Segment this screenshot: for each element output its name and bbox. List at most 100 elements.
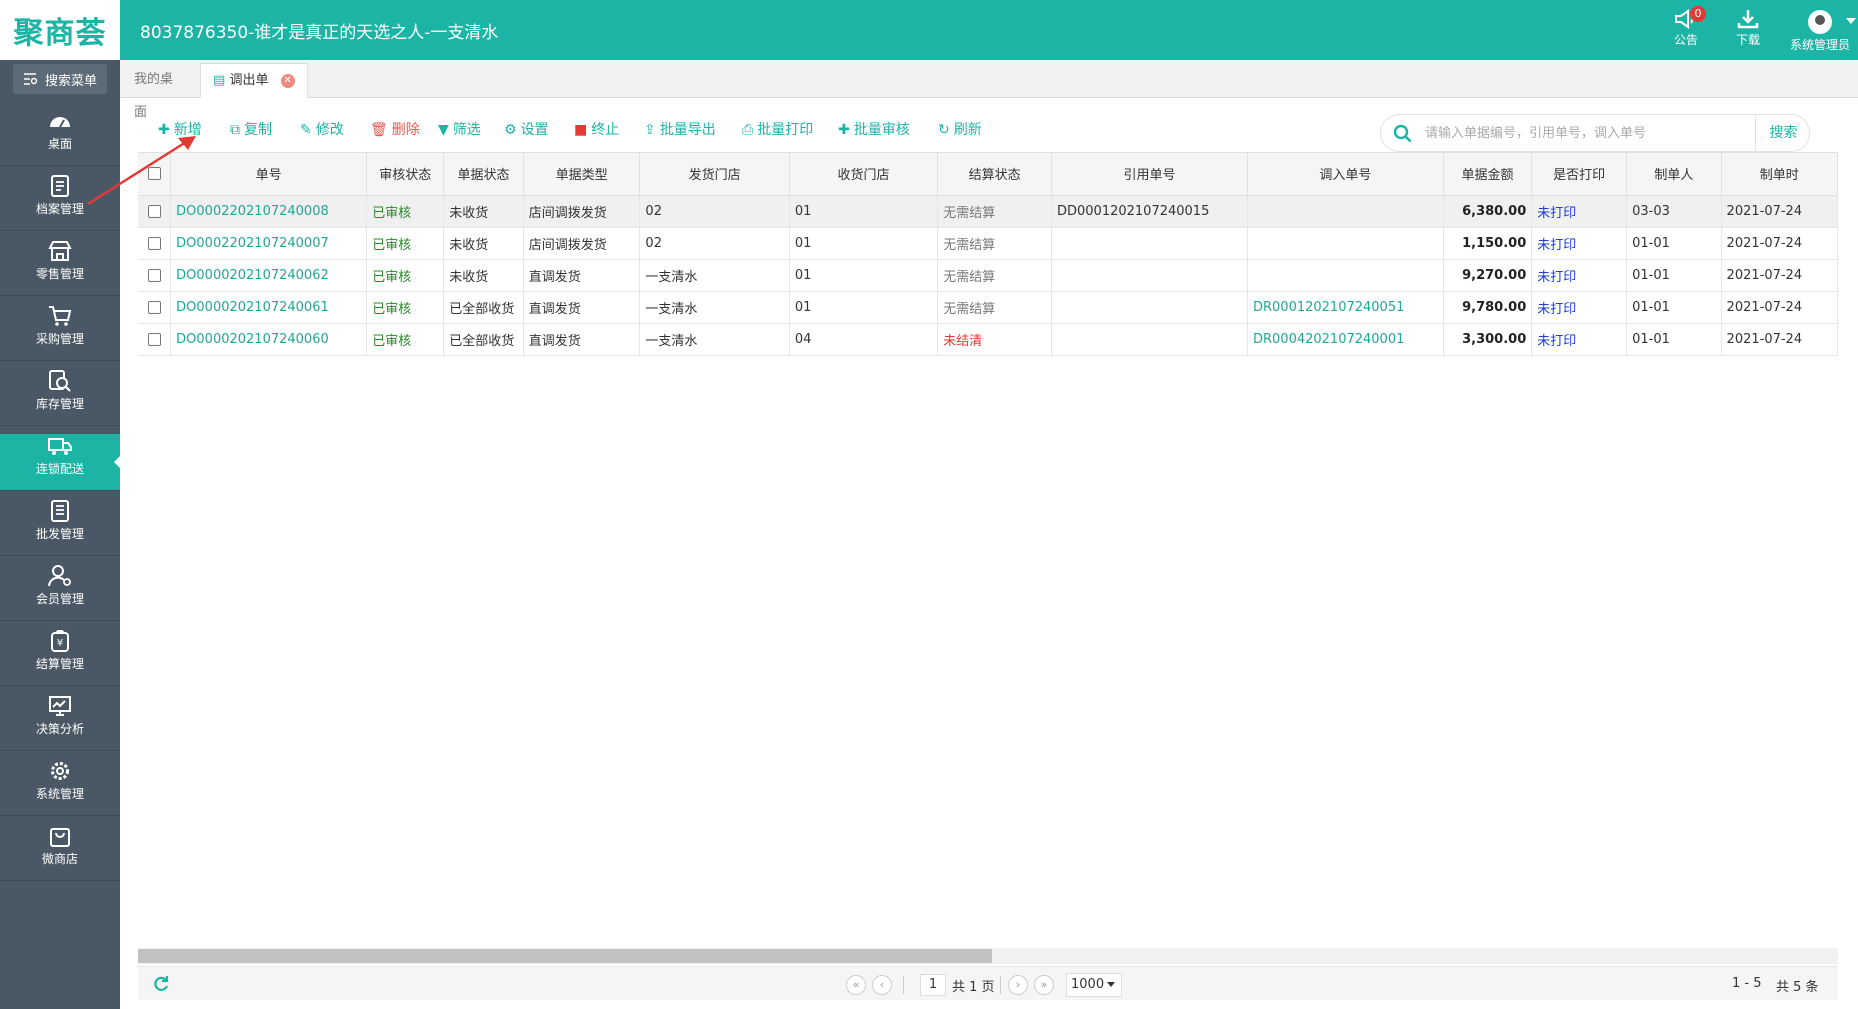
cell-in-no[interactable] <box>1247 195 1444 228</box>
page-size-select[interactable]: 1000 <box>1066 973 1122 997</box>
sidebar-item-desktop[interactable]: 桌面 <box>0 109 120 166</box>
last-page-icon[interactable]: » <box>1034 975 1054 995</box>
toolbar: ✚ 新增 ⧉ 复制 ✎ 修改 🗑 删除 ▼ 筛选 ⚙ 设置 ■ 终止 ⇪ 批量导出 ⎙ 批量打印 … <box>138 110 1838 152</box>
batch-export-button[interactable]: ⇪ 批量导出 <box>644 120 716 140</box>
search-menu-label: 搜索菜单 <box>44 73 97 89</box>
sidebar-item-settlement[interactable]: ¥ 结算管理 <box>0 629 120 686</box>
sidebar-item-member[interactable]: 会员管理 <box>0 564 120 621</box>
cell-from-store: 一支清水 <box>639 323 790 356</box>
column-header[interactable]: 收货门店 <box>789 153 939 196</box>
stop-button[interactable]: ■ 终止 <box>574 120 619 140</box>
sidebar-item-chain-delivery[interactable]: 连锁配送 <box>0 434 120 491</box>
store-icon <box>48 241 72 261</box>
close-icon[interactable]: ✕ <box>280 73 295 88</box>
tab-transfer-out[interactable]: ▤ 调出单 ✕ <box>200 63 308 98</box>
batch-audit-label: 批量审核 <box>853 122 910 138</box>
column-header[interactable]: 制单时 <box>1721 153 1838 196</box>
column-header[interactable]: 单据类型 <box>523 153 641 196</box>
search-menu-button[interactable]: 搜索菜单 <box>13 64 107 94</box>
sidebar-item-inventory[interactable]: 库存管理 <box>0 369 120 426</box>
sidebar-item-label: 会员管理 <box>35 592 84 606</box>
delete-button[interactable]: 🗑 删除 <box>370 120 420 140</box>
table-row[interactable]: DO0000202107240061 已审核 已全部收货 直调发货 一支清水 01 无需结算… <box>138 291 1838 324</box>
export-icon: ⇪ <box>644 122 656 138</box>
row-checkbox[interactable] <box>147 204 161 218</box>
next-page-icon[interactable]: › <box>1008 975 1028 995</box>
filter-button[interactable]: ▼ 筛选 <box>438 120 481 140</box>
prev-page-icon[interactable]: ‹ <box>872 975 892 995</box>
sidebar-item-system[interactable]: 系统管理 <box>0 759 120 816</box>
download-button[interactable]: 下载 <box>1718 8 1778 54</box>
column-header[interactable]: 发货门店 <box>639 153 790 196</box>
page-number-input[interactable]: 1 <box>920 974 946 996</box>
row-checkbox[interactable] <box>147 300 161 314</box>
cell-in-no[interactable] <box>1247 227 1444 260</box>
refresh-icon[interactable] <box>152 975 170 993</box>
cell-print-status: 未打印 <box>1531 291 1628 324</box>
cell-to-store: 04 <box>789 323 939 356</box>
batch-print-button[interactable]: ⎙ 批量打印 <box>742 120 813 140</box>
column-header[interactable]: 审核状态 <box>366 153 445 196</box>
cell-in-no[interactable]: DR0004202107240001 <box>1247 323 1444 356</box>
horizontal-scrollbar[interactable] <box>138 948 1838 964</box>
settings-button[interactable]: ⚙ 设置 <box>504 120 549 140</box>
notice-button[interactable]: 0 公告 <box>1656 6 1716 54</box>
sidebar-item-archive[interactable]: 档案管理 <box>0 174 120 231</box>
table-row[interactable]: DO0002202107240007 已审核 未收货 店间调拨发货 02 01 无需结算 1,… <box>138 227 1838 260</box>
column-header[interactable]: 制单人 <box>1626 153 1722 196</box>
column-header[interactable]: 调入单号 <box>1247 153 1444 196</box>
search-button[interactable]: 搜索 <box>1755 115 1811 151</box>
sidebar-item-analytics[interactable]: 决策分析 <box>0 694 120 751</box>
pager-divider <box>903 976 904 994</box>
svg-text:¥: ¥ <box>57 638 63 649</box>
app-logo[interactable]: 聚商荟 <box>0 0 120 60</box>
scrollbar-thumb[interactable] <box>138 949 992 963</box>
cell-doc-no[interactable]: DO0000202107240061 <box>170 291 368 324</box>
edit-button[interactable]: ✎ 修改 <box>300 120 344 140</box>
column-header[interactable]: 单号 <box>170 153 368 196</box>
copy-button[interactable]: ⧉ 复制 <box>230 120 272 140</box>
table-row[interactable]: DO0000202107240062 已审核 未收货 直调发货 一支清水 01 无需结算 9,… <box>138 259 1838 292</box>
cell-doc-no[interactable]: DO0000202107240062 <box>170 259 368 292</box>
table-row[interactable]: DO0002202107240008 已审核 未收货 店间调拨发货 02 01 无需结算 DD… <box>138 195 1838 228</box>
cell-doc-no[interactable]: DO0002202107240008 <box>170 195 368 228</box>
row-checkbox[interactable] <box>147 332 161 346</box>
column-header[interactable]: 单据金额 <box>1443 153 1533 196</box>
sidebar-item-retail[interactable]: 零售管理 <box>0 239 120 296</box>
column-header[interactable]: 结算状态 <box>937 153 1052 196</box>
cell-amount: 9,270.00 <box>1443 259 1533 292</box>
search-input[interactable] <box>1425 121 1751 145</box>
row-checkbox[interactable] <box>147 268 161 282</box>
table-row[interactable]: DO0000202107240060 已审核 已全部收货 直调发货 一支清水 04 未结清 D… <box>138 323 1838 356</box>
sidebar-item-purchase[interactable]: 采购管理 <box>0 304 120 361</box>
cell-to-store: 01 <box>789 195 939 228</box>
tab-my-desktop[interactable]: 我的桌面 <box>122 63 194 120</box>
cell-audit-status: 已审核 <box>366 195 445 228</box>
row-checkbox[interactable] <box>147 236 161 250</box>
select-all-checkbox[interactable] <box>147 167 161 181</box>
cell-in-no[interactable] <box>1247 259 1444 292</box>
refresh-button[interactable]: ↻ 刷新 <box>938 120 982 140</box>
column-header[interactable]: 是否打印 <box>1531 153 1628 196</box>
cell-in-no[interactable]: DR0001202107240051 <box>1247 291 1444 324</box>
column-header[interactable]: 单据状态 <box>443 153 524 196</box>
cell-created-time: 2021-07-24 <box>1721 291 1838 324</box>
cell-doc-type: 直调发货 <box>523 291 641 324</box>
cell-from-store: 02 <box>639 195 790 228</box>
batch-audit-button[interactable]: ✚ 批量审核 <box>838 120 910 140</box>
cell-to-store: 01 <box>789 259 939 292</box>
cell-maker: 03-03 <box>1626 195 1722 228</box>
sidebar-item-micro-shop[interactable]: 微商店 <box>0 824 120 881</box>
menu-search-icon <box>23 73 38 85</box>
search-box: 搜索 <box>1380 114 1810 152</box>
add-button[interactable]: ✚ 新增 <box>158 120 202 140</box>
download-label: 下载 <box>1735 33 1760 47</box>
cell-created-time: 2021-07-24 <box>1721 227 1838 260</box>
first-page-icon[interactable]: « <box>846 975 866 995</box>
cell-doc-no[interactable]: DO0000202107240060 <box>170 323 368 356</box>
edit-label: 修改 <box>315 122 344 138</box>
sidebar-item-wholesale[interactable]: 批发管理 <box>0 499 120 556</box>
column-header[interactable]: 引用单号 <box>1051 153 1248 196</box>
cell-doc-no[interactable]: DO0002202107240007 <box>170 227 368 260</box>
user-menu[interactable]: 系统管理员 <box>1784 8 1856 54</box>
